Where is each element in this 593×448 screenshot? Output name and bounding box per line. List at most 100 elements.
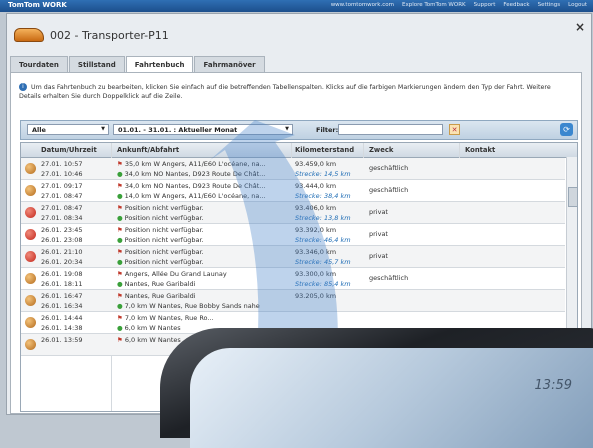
- departure-time: 27.01. 08:47: [41, 191, 99, 201]
- period-select[interactable]: 01.01. - 31.01. : Aktueller Monat ▼: [113, 124, 293, 135]
- arrival-time: 27.01. 08:47: [41, 203, 99, 213]
- trip-distance-text: Strecke: 13,8 km: [295, 214, 351, 222]
- private-marker-icon[interactable]: [25, 207, 36, 218]
- departure-time-text: 26.01. 20:34: [41, 258, 83, 266]
- flag-icon: ⚑: [117, 292, 123, 300]
- top-link[interactable]: Support: [474, 2, 496, 8]
- start-dot-icon: ●: [117, 214, 123, 222]
- flag-icon: ⚑: [117, 160, 123, 168]
- table-row[interactable]: 26.01. 21:10 26.01. 20:34 ⚑ Position nicht …: [21, 246, 565, 268]
- close-button[interactable]: ×: [575, 20, 585, 34]
- filter-input[interactable]: [338, 124, 443, 135]
- table-row[interactable]: 26.01. 16:47 26.01. 16:34 ⚑ Nantes, Rue Gar…: [21, 290, 565, 312]
- clear-filter-icon[interactable]: ✕: [449, 124, 460, 135]
- business-marker-icon[interactable]: [25, 185, 36, 196]
- start-dot-icon: ●: [117, 192, 123, 200]
- arrival-location-text: 7,0 km W Nantes, Rue Ro...: [124, 314, 214, 322]
- column-header-odometer[interactable]: Kilometerstand: [295, 146, 354, 154]
- column-header-contact[interactable]: Kontakt: [465, 146, 495, 154]
- odometer-value: 93.392,0 km: [295, 225, 357, 235]
- table-header: Datum/Uhrzeit Ankunft/Abfahrt Kilometers…: [21, 143, 577, 158]
- start-dot-icon: ●: [117, 258, 123, 266]
- filter-label: Filter:: [316, 126, 339, 134]
- top-link[interactable]: www.tomtomwork.com: [331, 2, 394, 8]
- trip-distance-text: Strecke: 45,7 km: [295, 258, 351, 266]
- arrival-time-text: 27.01. 10:57: [41, 160, 83, 168]
- departure-time: 27.01. 10:46: [41, 169, 99, 179]
- trip-distance: Strecke: 14,5 km: [295, 169, 357, 179]
- brand-logo[interactable]: TomTom WORK: [8, 1, 67, 9]
- arrival-time: 26.01. 13:59: [41, 335, 99, 345]
- departure-location-text: Position nicht verfügbar.: [124, 258, 204, 266]
- arrival-time-text: 26.01. 19:08: [41, 270, 83, 278]
- odometer-value: 93.300,0 km: [295, 269, 357, 279]
- trip-purpose: geschäftlich: [369, 163, 449, 173]
- table-row[interactable]: 27.01. 08:47 27.01. 08:34 ⚑ Position nicht …: [21, 202, 565, 224]
- refresh-icon[interactable]: ⟳: [560, 123, 573, 136]
- scrollbar-thumb[interactable]: [568, 187, 577, 207]
- arrival-location: ⚑ 35,0 km W Angers, A11/E60 L'océane, na.…: [117, 159, 289, 169]
- filter-bar: Alle ▼ 01.01. - 31.01. : Aktueller Monat…: [20, 120, 578, 140]
- departure-location: ● Position nicht verfügbar.: [117, 235, 289, 245]
- arrival-location-text: 6,0 km W Nantes: [124, 336, 181, 344]
- odometer-value-text: 93.444,0 km: [295, 182, 337, 190]
- odometer-value-text: 93.300,0 km: [295, 270, 337, 278]
- trip-purpose-text: geschäftlich: [369, 164, 409, 172]
- arrival-location-text: Position nicht verfügbar.: [124, 204, 204, 212]
- odometer-value-text: 93.459,0 km: [295, 160, 337, 168]
- type-select[interactable]: Alle ▼: [27, 124, 109, 135]
- private-marker-icon[interactable]: [25, 229, 36, 240]
- top-link[interactable]: Feedback: [503, 2, 529, 8]
- arrival-time-text: 26.01. 16:47: [41, 292, 83, 300]
- departure-location-text: Position nicht verfügbar.: [124, 214, 204, 222]
- chevron-down-icon: ▼: [101, 126, 105, 132]
- arrival-time: 26.01. 21:10: [41, 247, 99, 257]
- arrival-time-text: 26.01. 21:10: [41, 248, 83, 256]
- period-select-value: 01.01. - 31.01. : Aktueller Monat: [118, 126, 238, 134]
- trip-distance-text: Strecke: 38,4 km: [295, 192, 351, 200]
- arrival-location: ⚑ 34,0 km NO Nantes, D923 Route De Chât..…: [117, 181, 289, 191]
- flag-icon: ⚑: [117, 270, 123, 278]
- trip-purpose: privat: [369, 251, 449, 261]
- arrival-time-text: 26.01. 13:59: [41, 336, 83, 344]
- table-row[interactable]: 26.01. 23:45 26.01. 23:08 ⚑ Position nicht …: [21, 224, 565, 246]
- arrival-time: 26.01. 23:45: [41, 225, 99, 235]
- page-title: 002 - Transporter-P11: [50, 28, 169, 42]
- trip-distance-text: Strecke: 85,4 km: [295, 280, 351, 288]
- private-marker-icon[interactable]: [25, 251, 36, 262]
- trip-distance: Strecke: 85,4 km: [295, 279, 357, 289]
- info-text: Um das Fahrtenbuch zu bearbeiten, klicke…: [19, 84, 551, 100]
- top-link[interactable]: Logout: [568, 2, 587, 8]
- table-row[interactable]: 27.01. 10:57 27.01. 10:46 ⚑ 35,0 km W Anger…: [21, 158, 565, 180]
- departure-location: ● Nantes, Rue Garibaldi: [117, 279, 289, 289]
- departure-location: ● 7,0 km W Nantes, Rue Bobby Sands nahe: [117, 301, 289, 311]
- arrival-time-text: 26.01. 23:45: [41, 226, 83, 234]
- column-header-route[interactable]: Ankunft/Abfahrt: [117, 146, 179, 154]
- business-marker-icon[interactable]: [25, 163, 36, 174]
- arrival-location-text: Position nicht verfügbar.: [124, 248, 204, 256]
- departure-location-text: 34,0 km NO Nantes, D923 Route De Chât...: [124, 170, 266, 178]
- top-link[interactable]: Explore TomTom WORK: [402, 2, 466, 8]
- business-marker-icon[interactable]: [25, 339, 36, 350]
- business-marker-icon[interactable]: [25, 295, 36, 306]
- business-marker-icon[interactable]: [25, 273, 36, 284]
- table-row[interactable]: 27.01. 09:17 27.01. 08:47 ⚑ 34,0 km NO Nant…: [21, 180, 565, 202]
- column-header-purpose[interactable]: Zweck: [369, 146, 393, 154]
- departure-time: 26.01. 18:11: [41, 279, 99, 289]
- column-header-date[interactable]: Datum/Uhrzeit: [41, 146, 97, 154]
- top-link[interactable]: Settings: [538, 2, 561, 8]
- flag-icon: ⚑: [117, 314, 123, 322]
- trip-distance: Strecke: 38,4 km: [295, 191, 357, 201]
- table-row[interactable]: 26.01. 19:08 26.01. 18:11 ⚑ Angers, Allée D…: [21, 268, 565, 290]
- device-clock: 13:59: [534, 378, 572, 393]
- trip-purpose: privat: [369, 207, 449, 217]
- flag-icon: ⚑: [117, 204, 123, 212]
- business-marker-icon[interactable]: [25, 317, 36, 328]
- departure-time: 26.01. 20:34: [41, 257, 99, 267]
- start-dot-icon: ●: [117, 324, 123, 332]
- arrival-location-text: Angers, Allée Du Grand Launay: [124, 270, 227, 278]
- flag-icon: ⚑: [117, 248, 123, 256]
- departure-time-text: 26.01. 14:38: [41, 324, 83, 332]
- navigation-device: 13:59: [160, 328, 593, 448]
- brand-text: TomTom WORK: [8, 1, 67, 9]
